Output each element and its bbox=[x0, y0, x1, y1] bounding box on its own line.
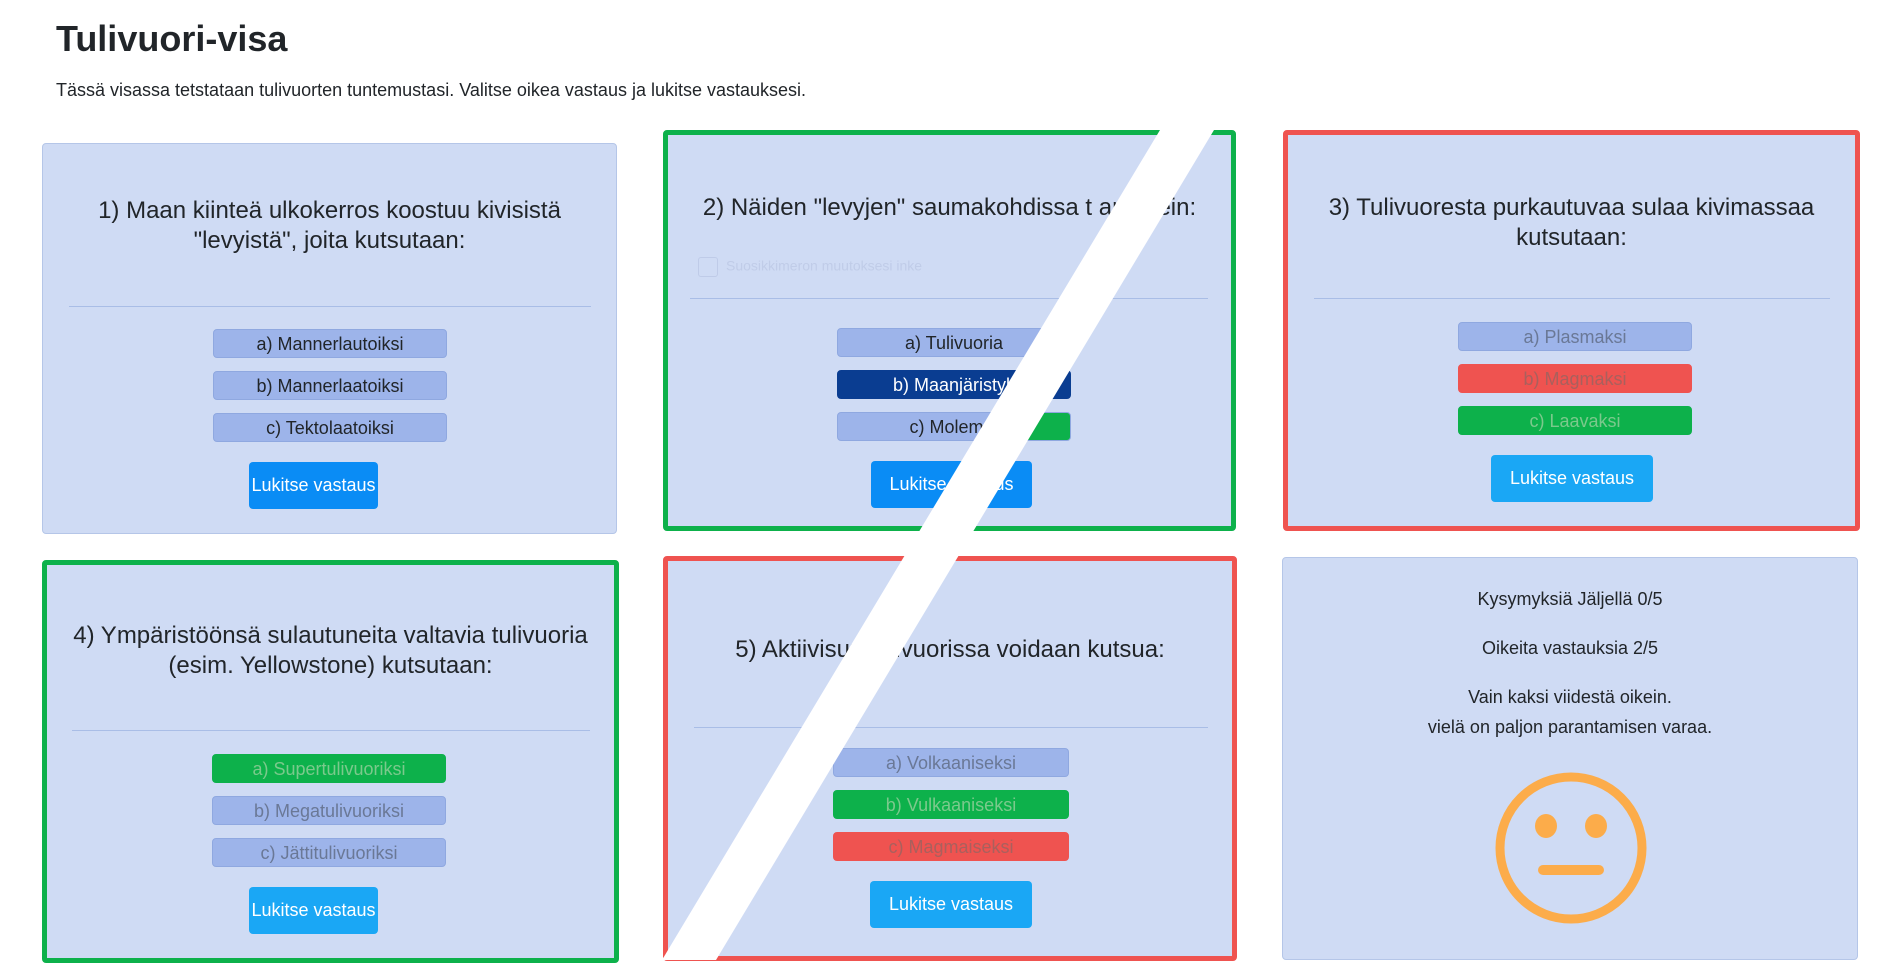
option-c[interactable]: c) Tektolaatoiksi bbox=[213, 413, 447, 442]
feedback-line-2: vielä on paljon parantamisen varaa. bbox=[1427, 717, 1713, 737]
option-a[interactable]: a) Tulivuoria bbox=[837, 328, 1071, 357]
option-c[interactable]: c) Magmaiseksi bbox=[833, 832, 1069, 861]
question-text: 1) Maan kiinteä ulkokerros koostuu kivis… bbox=[98, 197, 561, 254]
question-text: 4) Ympäristöönsä sulautuneita valtavia t… bbox=[73, 622, 588, 679]
lock-answer-button[interactable]: Lukitse vastaus bbox=[870, 881, 1032, 928]
option-b[interactable]: b) Maanjäristyk bbox=[837, 370, 1071, 399]
option-b[interactable]: b) Magmaksi bbox=[1458, 364, 1692, 393]
questions-remaining: Kysymyksiä Jäljellä 0/5 bbox=[1477, 589, 1663, 609]
option-c[interactable]: c) Jättitulivuoriksi bbox=[212, 838, 446, 867]
option-a[interactable]: a) Volkaaniseksi bbox=[833, 748, 1069, 777]
lock-answer-button[interactable]: Lukitse vastaus bbox=[249, 462, 378, 509]
question-text: 3) Tulivuoresta purkautuvaa sulaa kivima… bbox=[1328, 194, 1815, 251]
divider bbox=[69, 306, 591, 307]
correct-answers: Oikeita vastauksia 2/5 bbox=[1481, 638, 1659, 658]
question-card-2: 2) Näiden "levyjen" saumakohdissa t an u… bbox=[663, 130, 1236, 531]
option-a[interactable]: a) Mannerlautoiksi bbox=[213, 329, 447, 358]
option-b[interactable]: b) Vulkaaniseksi bbox=[833, 790, 1069, 819]
question-card-4: 4) Ympäristöönsä sulautuneita valtavia t… bbox=[42, 560, 619, 963]
divider bbox=[1314, 298, 1830, 299]
page-subtitle: Tässä visassa tetstataan tulivuorten tun… bbox=[56, 80, 807, 100]
option-a[interactable]: a) Supertulivuoriksi bbox=[212, 754, 446, 783]
feedback-line-1: Vain kaksi viidestä oikein. bbox=[1468, 687, 1672, 707]
question-text: 5) Aktiivisuut ulivuorissa voidaan kutsu… bbox=[735, 636, 1165, 663]
option-b[interactable]: b) Mannerlaatoiksi bbox=[213, 371, 447, 400]
question-card-3: 3) Tulivuoresta purkautuvaa sulaa kivima… bbox=[1283, 130, 1860, 531]
option-c[interactable]: c) Molemm bbox=[837, 412, 1071, 441]
option-c[interactable]: c) Laavaksi bbox=[1458, 406, 1692, 435]
page-title: Tulivuori-visa bbox=[56, 18, 288, 59]
option-b[interactable]: b) Megatulivuoriksi bbox=[212, 796, 446, 825]
option-a[interactable]: a) Plasmaksi bbox=[1458, 322, 1692, 351]
lock-answer-button[interactable]: Lukitse vastaus bbox=[1491, 455, 1653, 502]
divider bbox=[690, 298, 1208, 299]
divider bbox=[694, 727, 1208, 728]
results-card: Kysymyksiä Jäljellä 0/5 Oikeita vastauks… bbox=[1282, 557, 1858, 960]
question-text: 2) Näiden "levyjen" saumakohdissa t an u… bbox=[702, 194, 1197, 221]
lock-answer-button[interactable]: Lukitse vastaus bbox=[871, 461, 1032, 508]
lock-answer-button[interactable]: Lukitse vastaus bbox=[249, 887, 378, 934]
question-card-5: 5) Aktiivisuut ulivuorissa voidaan kutsu… bbox=[663, 556, 1237, 961]
question-card-1: 1) Maan kiinteä ulkokerros koostuu kivis… bbox=[42, 143, 617, 534]
ghost-checkbox-text: Suosikkimeron muutoksesi inke bbox=[698, 257, 922, 277]
divider bbox=[72, 730, 590, 731]
neutral-face-icon bbox=[1495, 772, 1647, 924]
